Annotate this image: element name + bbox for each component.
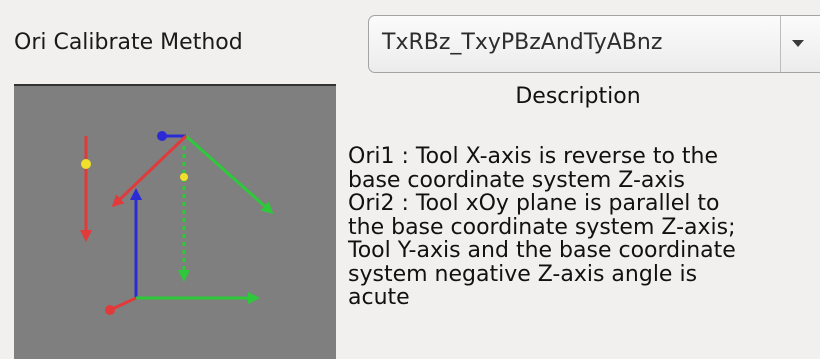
description-line: Tool Y-axis and the base coordinate — [348, 238, 736, 263]
ori-calibrate-method-select[interactable]: TxRBz_TxyPBzAndTyABnz — [368, 15, 820, 73]
description-line: the base coordinate system Z-axis; — [348, 214, 736, 240]
method-select-value: TxRBz_TxyPBzAndTyABnz — [382, 30, 663, 55]
description-line: system negative Z-axis angle is — [348, 261, 698, 287]
ori-calibrate-panel: Ori Calibrate Method TxRBz_TxyPBzAndTyAB… — [0, 0, 820, 359]
description-line: acute — [348, 285, 410, 310]
ori-calibrate-method-label: Ori Calibrate Method — [14, 30, 243, 55]
description-line: Ori1 : Tool X-axis is reverse to the — [348, 144, 719, 169]
description-line: Ori2 : Tool xOy plane is parallel to — [348, 191, 720, 216]
description-line: base coordinate system Z-axis — [348, 167, 685, 193]
chevron-down-icon — [792, 40, 804, 47]
description-text: Ori1 : Tool X-axis is reverse to the bas… — [348, 145, 820, 310]
dropdown-arrow-button[interactable] — [780, 16, 820, 72]
description-heading: Description — [515, 84, 641, 109]
orientation-preview-image — [14, 84, 336, 359]
axes-diagram-icon — [80, 131, 274, 315]
